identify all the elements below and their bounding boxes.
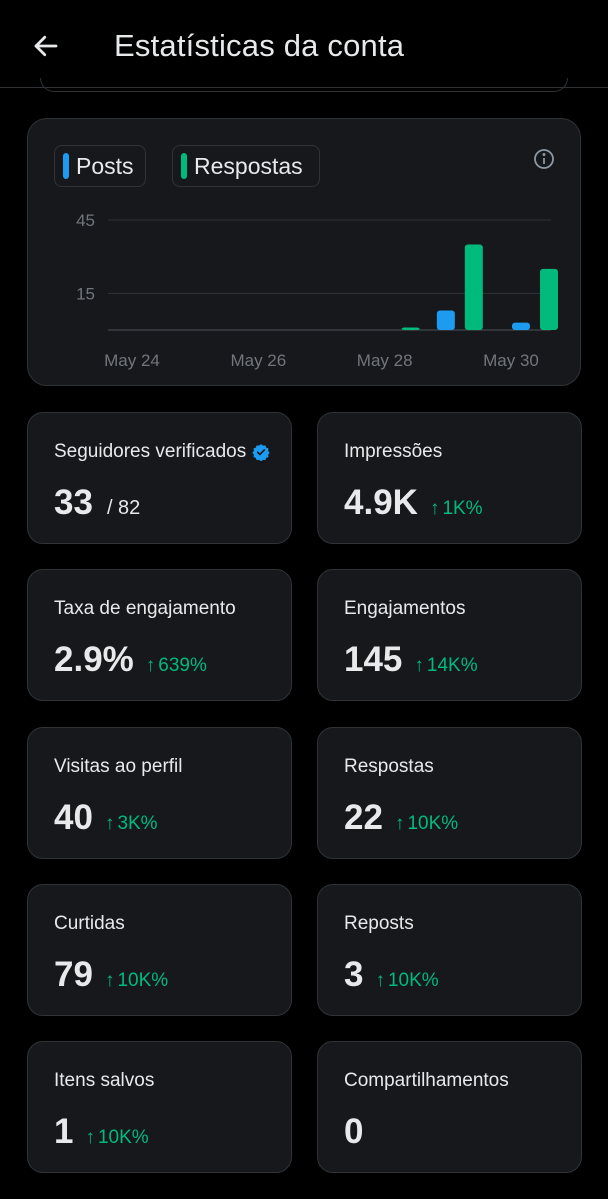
arrow-up-icon: ↑	[104, 813, 115, 834]
stat-card[interactable]: Curtidas 79 ↑ 10K%	[27, 884, 292, 1016]
stat-label-text: Impressões	[344, 441, 443, 462]
stat-value: 3	[344, 955, 364, 994]
stat-label-text: Engajamentos	[344, 598, 466, 619]
stat-value-row: 79 ↑ 10K%	[54, 955, 168, 995]
arrow-up-icon: ↑	[85, 1127, 95, 1148]
stat-card[interactable]: Compartilhamentos 0	[317, 1041, 582, 1173]
stat-card[interactable]: Reposts 3 ↑ 10K%	[317, 884, 582, 1016]
bar-respostas-may-28[interactable]	[401, 327, 420, 330]
stat-card[interactable]: Itens salvos 1 ↑ 10K%	[27, 1041, 292, 1173]
stat-change-value: 10K%	[387, 970, 439, 991]
stat-change: ↑ 10K%	[85, 1127, 148, 1149]
bar-respostas-may-29[interactable]	[464, 244, 483, 330]
arrow-up-icon: ↑	[429, 498, 440, 519]
stat-change: ↑ 10K%	[375, 970, 438, 992]
stat-card[interactable]: Seguidores verificados 33 / 82	[27, 412, 292, 544]
stat-value: 1	[54, 1112, 74, 1151]
stat-label: Visitas ao perfil	[54, 756, 183, 778]
stat-value-row: 145 ↑ 14K%	[344, 640, 478, 680]
stat-label-text: Itens salvos	[54, 1070, 155, 1091]
arrow-up-icon: ↑	[375, 970, 385, 991]
x-tick-label: May 28	[357, 351, 413, 370]
y-tick-label: 15	[76, 284, 95, 303]
stat-value: 4.9K	[344, 483, 418, 522]
stat-label: Reposts	[344, 913, 414, 935]
stat-card[interactable]: Engajamentos 145 ↑ 14K%	[317, 569, 582, 701]
back-button[interactable]	[24, 26, 68, 66]
stat-label: Compartilhamentos	[344, 1070, 509, 1092]
bar-posts-may-29[interactable]	[436, 310, 455, 330]
stat-value-row: 0	[344, 1112, 363, 1152]
arrow-left-icon	[34, 35, 58, 57]
stat-value-row: 40 ↑ 3K%	[54, 798, 158, 838]
stat-value: 22	[344, 798, 383, 837]
stat-change-value: 3K%	[117, 813, 158, 834]
stat-label: Seguidores verificados	[54, 441, 270, 463]
stat-label-text: Taxa de engajamento	[54, 598, 236, 619]
arrow-up-icon: ↑	[394, 813, 405, 834]
stat-label-text: Curtidas	[54, 913, 125, 934]
stat-change-value: 10K%	[97, 1127, 149, 1148]
stat-value: 0	[344, 1112, 364, 1151]
stat-change: ↑ 10K%	[105, 970, 168, 992]
stat-change: ↑ 10K%	[395, 813, 458, 835]
stat-card[interactable]: Visitas ao perfil 40 ↑ 3K%	[27, 727, 292, 859]
stat-label: Impressões	[344, 441, 442, 463]
stat-value: 79	[54, 955, 93, 994]
stat-label-text: Visitas ao perfil	[54, 756, 183, 777]
arrow-up-icon: ↑	[145, 655, 156, 676]
stat-value-row: 2.9% ↑ 639%	[54, 640, 207, 680]
stat-label-text: Respostas	[344, 756, 434, 777]
stat-change: ↑ 1K%	[430, 498, 483, 520]
x-tick-label: May 24	[104, 351, 160, 370]
stat-label-text: Reposts	[344, 913, 414, 934]
stat-label: Taxa de engajamento	[54, 598, 236, 620]
stat-label-text: Compartilhamentos	[344, 1070, 509, 1091]
stat-card[interactable]: Respostas 22 ↑ 10K%	[317, 727, 582, 859]
stat-change-value: 639%	[158, 655, 207, 676]
stat-total: / 82	[106, 497, 141, 519]
stat-label: Engajamentos	[344, 598, 465, 620]
stat-value: 145	[344, 640, 403, 679]
stat-change: ↑ 14K%	[414, 655, 477, 677]
stat-label: Respostas	[344, 756, 434, 778]
verified-badge-icon	[252, 444, 270, 461]
stat-value-row: 22 ↑ 10K%	[344, 798, 458, 838]
stat-change-value: 10K%	[117, 970, 169, 991]
stat-card[interactable]: Taxa de engajamento 2.9% ↑ 639%	[27, 569, 292, 701]
y-tick-label: 45	[76, 211, 95, 230]
stat-change-value: 1K%	[442, 498, 483, 519]
stat-value: 2.9%	[54, 640, 134, 679]
x-tick-label: May 26	[230, 351, 286, 370]
activity-chart-card: Posts Respostas 45 15 May 24 May 26 May 28 Ma…	[27, 118, 581, 386]
stat-change: ↑ 639%	[146, 655, 207, 677]
stat-card[interactable]: Impressões 4.9K ↑ 1K%	[317, 412, 582, 544]
bar-chart: 45 15 May 24 May 26 May 28 May 30	[76, 211, 558, 370]
previous-card-edge	[40, 78, 568, 92]
stat-value: 40	[54, 798, 93, 837]
page-title: Estatísticas da conta	[114, 28, 405, 63]
stat-change-value: 10K%	[407, 813, 459, 834]
stat-change: ↑ 3K%	[105, 813, 158, 835]
top-bar: Estatísticas da conta	[0, 0, 608, 88]
stat-label: Curtidas	[54, 913, 125, 935]
stat-label: Itens salvos	[54, 1070, 154, 1092]
stat-value-row: 33 / 82	[54, 483, 140, 523]
arrow-up-icon: ↑	[104, 970, 115, 991]
stat-change-value: 14K%	[426, 655, 478, 676]
stat-value-row: 1 ↑ 10K%	[54, 1112, 149, 1152]
stat-value-row: 4.9K ↑ 1K%	[344, 483, 483, 523]
bar-posts-may-30[interactable]	[512, 322, 530, 330]
arrow-up-icon: ↑	[414, 655, 424, 676]
x-tick-label: May 30	[483, 351, 539, 370]
stat-label-text: Seguidores verificados	[54, 441, 247, 462]
stat-value-row: 3 ↑ 10K%	[344, 955, 439, 995]
stat-value: 33	[54, 483, 93, 522]
bar-respostas-may-30[interactable]	[540, 268, 558, 330]
